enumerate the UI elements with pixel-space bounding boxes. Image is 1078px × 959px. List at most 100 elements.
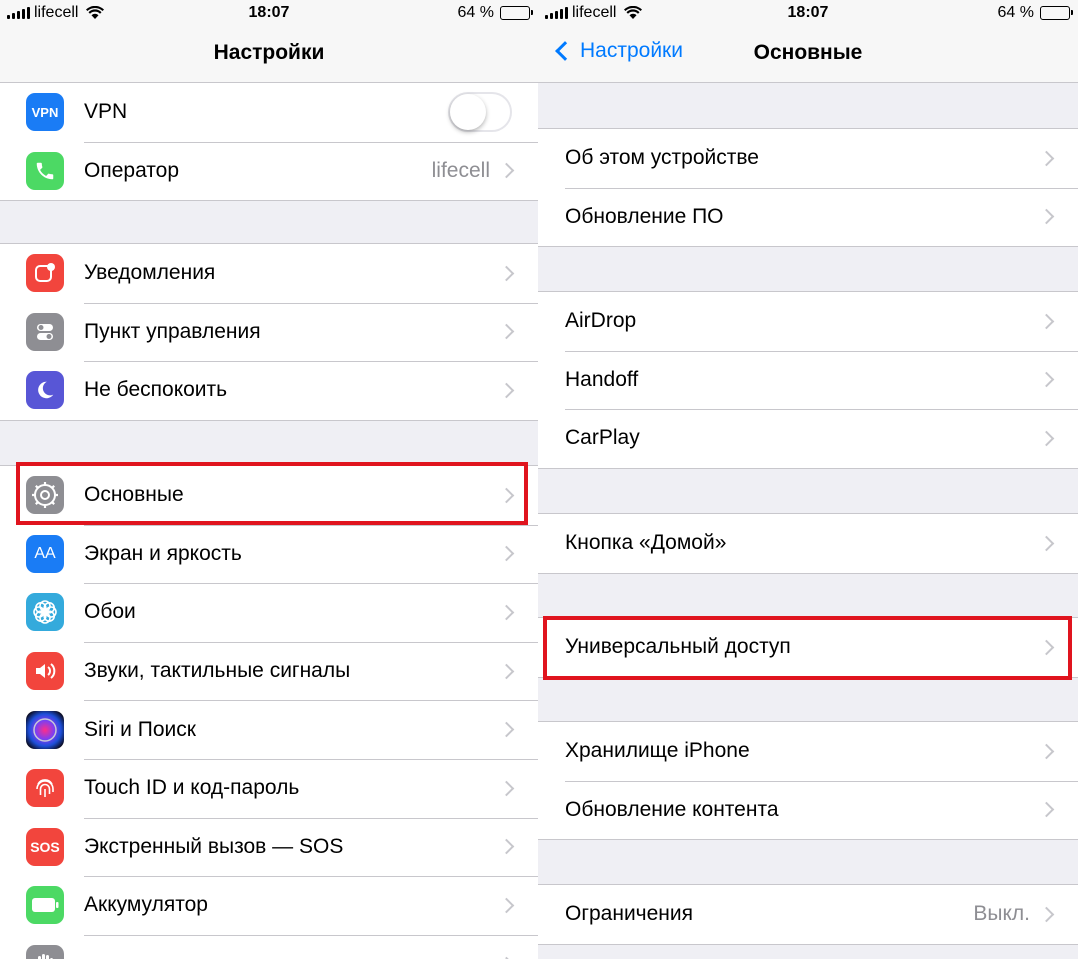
chevron-right-icon	[1038, 743, 1055, 760]
settings-item-label: Обои	[84, 600, 136, 624]
nav-bar: Настройки Основные	[538, 26, 1078, 83]
chevron-right-icon	[498, 487, 515, 504]
battery-status-icon	[1040, 6, 1073, 20]
settings-item-label: Пункт управления	[84, 319, 261, 343]
general-item-label: Обновление контента	[565, 797, 779, 821]
settings-item-wallpaper[interactable]: Обои	[0, 583, 538, 642]
display-brightness-icon: AA	[26, 534, 64, 573]
general-item-label: Обновление ПО	[565, 204, 724, 228]
general-item-label: Ограничения	[565, 902, 693, 926]
settings-item-general[interactable]: Основные	[0, 466, 538, 525]
chevron-right-icon	[498, 604, 515, 621]
vpn-icon: VPN	[26, 93, 64, 132]
phone-icon	[26, 151, 64, 190]
speaker-icon	[26, 652, 64, 691]
settings-item-label: Экстренный вызов — SOS	[84, 834, 344, 858]
settings-item-sos[interactable]: SOS Экстренный вызов — SOS	[0, 817, 538, 877]
general-item-accessibility[interactable]: Универсальный доступ	[538, 618, 1078, 677]
chevron-right-icon	[498, 839, 515, 855]
general-item-label: Универсальный доступ	[565, 635, 791, 659]
chevron-right-icon	[498, 897, 515, 914]
general-item-handoff[interactable]: Handoff	[538, 350, 1078, 410]
general-item-label: AirDrop	[565, 309, 637, 333]
settings-item-label: Основные	[84, 483, 184, 507]
status-bar: lifecell 18:07 64 %	[0, 0, 538, 26]
settings-item-label: Уведомления	[84, 261, 216, 285]
page-title: Настройки	[213, 41, 325, 64]
settings-item-control-center[interactable]: Пункт управления	[0, 302, 538, 362]
battery-status-icon	[500, 6, 533, 20]
settings-item-display[interactable]: AA Экран и яркость	[0, 524, 538, 584]
chevron-right-icon	[1038, 372, 1055, 388]
general-item-label: CarPlay	[565, 426, 640, 450]
general-item-software-update[interactable]: Обновление ПО	[538, 187, 1078, 247]
settings-item-battery[interactable]: Аккумулятор	[0, 876, 538, 935]
chevron-right-icon	[1038, 906, 1055, 923]
general-item-label: Об этом устройстве	[565, 146, 759, 170]
battery-percent: 64 %	[997, 4, 1034, 21]
chevron-right-icon	[498, 663, 515, 679]
siri-icon	[26, 710, 64, 749]
general-screen: lifecell 18:07 64 % Настройки Основные О…	[538, 0, 1078, 959]
general-group-restrictions: Ограничения Выкл.	[538, 884, 1078, 945]
settings-item-privacy[interactable]	[0, 934, 538, 959]
settings-item-sounds[interactable]: Звуки, тактильные сигналы	[0, 641, 538, 701]
settings-item-operator[interactable]: Оператор lifecell	[0, 141, 538, 201]
chevron-right-icon	[1038, 430, 1055, 447]
vpn-toggle[interactable]	[448, 92, 512, 133]
chevron-right-icon	[1038, 209, 1055, 225]
chevron-right-icon	[1038, 150, 1055, 167]
sos-icon: SOS	[26, 827, 64, 866]
general-item-carplay[interactable]: CarPlay	[538, 409, 1078, 468]
chevron-right-icon	[1038, 639, 1055, 656]
control-center-icon	[26, 312, 64, 351]
general-item-label: Хранилище iPhone	[565, 739, 750, 763]
settings-group-notifications: Уведомления Пункт управления Не беспокои…	[0, 243, 538, 421]
status-bar: lifecell 18:07 64 %	[538, 0, 1078, 26]
chevron-right-icon	[498, 163, 515, 179]
general-group-storage: Хранилище iPhone Обновление контента	[538, 721, 1078, 841]
general-item-restrictions[interactable]: Ограничения Выкл.	[538, 885, 1078, 944]
chevron-right-icon	[498, 382, 515, 399]
general-item-label: Handoff	[565, 367, 639, 391]
settings-item-label: Оператор	[84, 158, 180, 182]
settings-item-label: VPN	[84, 100, 128, 124]
general-group-home-button: Кнопка «Домой»	[538, 513, 1078, 574]
general-group-accessibility: Универсальный доступ	[538, 617, 1078, 678]
general-item-iphone-storage[interactable]: Хранилище iPhone	[538, 722, 1078, 781]
battery-icon	[26, 886, 64, 925]
settings-group-general: Основные AA Экран и яркость Обои Звуки, …	[0, 465, 538, 959]
wallpaper-flower-icon	[26, 593, 64, 632]
gear-icon	[26, 476, 64, 515]
operator-value: lifecell	[431, 158, 490, 182]
general-item-home-button[interactable]: Кнопка «Домой»	[538, 514, 1078, 573]
notifications-icon	[26, 254, 64, 293]
settings-item-siri[interactable]: Siri и Поиск	[0, 700, 538, 759]
chevron-right-icon	[1038, 802, 1055, 818]
chevron-right-icon	[498, 265, 515, 282]
settings-group-network: VPN VPN Оператор lifecell	[0, 82, 538, 202]
page-title: Основные	[753, 41, 863, 64]
chevron-right-icon	[498, 780, 515, 797]
chevron-right-icon	[498, 324, 515, 340]
settings-item-do-not-disturb[interactable]: Не беспокоить	[0, 361, 538, 420]
settings-item-label: Звуки, тактильные сигналы	[84, 659, 351, 683]
chevron-right-icon	[1038, 313, 1055, 330]
settings-item-label: Экран и яркость	[84, 541, 242, 565]
general-group-continuity: AirDrop Handoff CarPlay	[538, 291, 1078, 469]
general-item-label: Кнопка «Домой»	[565, 531, 727, 555]
settings-item-notifications[interactable]: Уведомления	[0, 244, 538, 303]
general-group-about: Об этом устройстве Обновление ПО	[538, 128, 1078, 248]
general-item-about[interactable]: Об этом устройстве	[538, 129, 1078, 188]
settings-item-touch-id[interactable]: Touch ID и код-пароль	[0, 758, 538, 818]
nav-bar: Настройки	[0, 26, 538, 83]
general-item-airdrop[interactable]: AirDrop	[538, 292, 1078, 351]
chevron-right-icon	[498, 546, 515, 562]
settings-item-label: Siri и Поиск	[84, 717, 196, 741]
general-item-background-refresh[interactable]: Обновление контента	[538, 780, 1078, 840]
battery-percent: 64 %	[457, 4, 494, 21]
chevron-right-icon	[498, 721, 515, 738]
chevron-right-icon	[1038, 535, 1055, 552]
moon-icon	[26, 371, 64, 410]
settings-item-vpn[interactable]: VPN VPN	[0, 83, 538, 142]
